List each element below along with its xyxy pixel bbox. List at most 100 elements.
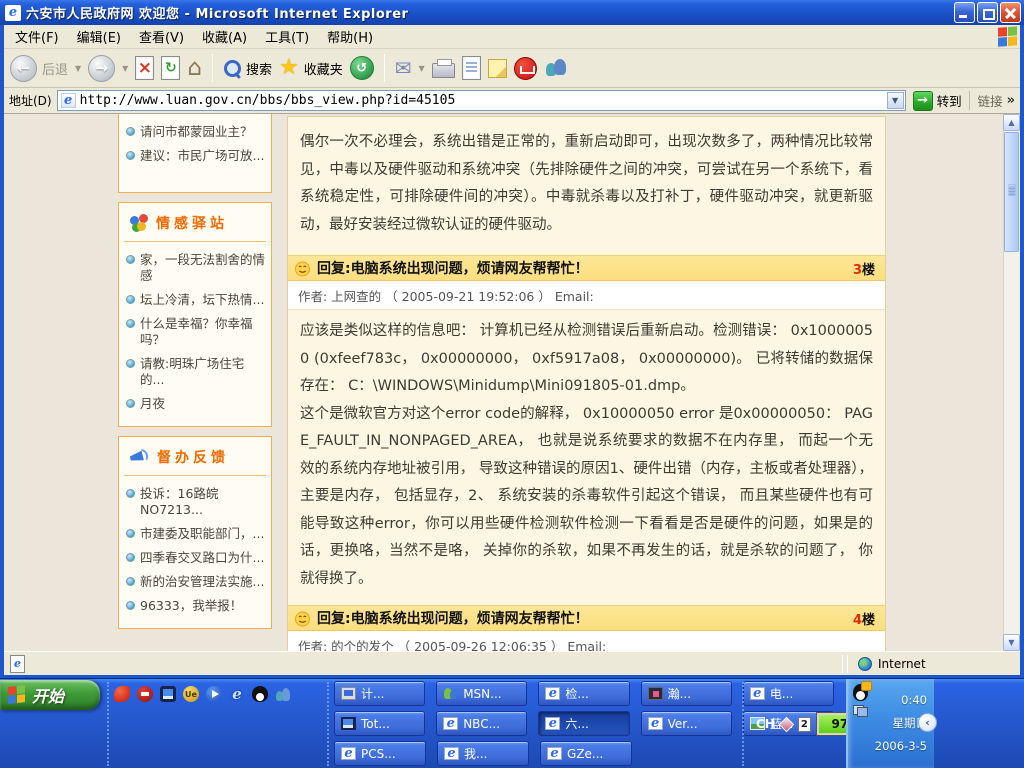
start-label[interactable]: 开始 [32, 683, 64, 707]
download-manager-icon[interactable] [137, 686, 153, 702]
sidebar-link-label[interactable]: 市建委及职能部门，... [140, 526, 264, 542]
menu-tools[interactable]: 工具(T) [256, 24, 318, 49]
sidebar-link[interactable]: 请问市都蒙园业主？ [124, 120, 266, 144]
refresh-button-icon[interactable] [161, 56, 180, 80]
desktop-screen: e 六安市人民政府网 欢迎您 - Microsoft Internet Expl… [0, 0, 1024, 768]
tray-app-icon[interactable]: 2 [798, 717, 811, 732]
sidebar-link[interactable]: 月夜 [124, 392, 266, 416]
sidebar-link[interactable]: 投诉：16路皖NO7213... [124, 482, 266, 522]
favorites-label[interactable]: 收藏夹 [304, 59, 343, 78]
media-player-icon[interactable] [206, 686, 222, 702]
forward-dropdown-icon[interactable]: ▼ [122, 64, 128, 73]
forward-button-icon[interactable] [88, 55, 115, 82]
restore-button[interactable] [977, 2, 998, 23]
sidebar-link-label[interactable]: 坛上冷清，坛下热情... [140, 292, 264, 308]
mail-dropdown-icon[interactable]: ▼ [418, 64, 424, 73]
reply-header-4: 回复:电脑系统出现问题，烦请网友帮帮忙！ 4楼 [288, 605, 885, 631]
task-button[interactable]: GZe... [540, 741, 632, 766]
download-tool-icon[interactable] [514, 57, 537, 80]
address-url[interactable]: http://www.luan.gov.cn/bbs/bbs_view.php?… [80, 93, 456, 108]
file-manager-icon[interactable] [160, 686, 176, 702]
sidebar-link-label[interactable]: 月夜 [140, 396, 165, 412]
search-button-icon[interactable] [223, 59, 241, 77]
stop-button-icon[interactable] [135, 56, 154, 80]
sidebar-link-label[interactable]: 96333，我举报！ [140, 598, 242, 614]
sidebar-link-label[interactable]: 四季春交叉路口为什... [140, 550, 264, 566]
scrollbar-thumb[interactable] [1004, 132, 1019, 252]
minimize-button[interactable] [954, 2, 975, 23]
back-button-icon[interactable] [10, 55, 37, 82]
links-chevron[interactable]: » [1007, 93, 1015, 108]
sidebar-link[interactable]: 家，一段无法割舍的情感 [124, 248, 266, 288]
ime-icon[interactable] [779, 716, 795, 732]
internet-explorer-icon[interactable] [229, 686, 245, 702]
edit-button-icon[interactable] [462, 56, 481, 80]
menu-view[interactable]: 查看(V) [130, 24, 193, 49]
sidebar-link-label[interactable]: 什么是幸福？你幸福吗？ [140, 316, 266, 348]
messenger-button-icon[interactable] [544, 57, 568, 79]
go-button[interactable]: 转到 [913, 91, 962, 111]
task-button[interactable]: 检... [538, 681, 629, 706]
task-button[interactable]: Tot... [334, 711, 425, 736]
sidebar-link[interactable]: 96333，我举报！ [124, 594, 266, 618]
favorites-button-icon[interactable] [279, 57, 299, 79]
sidebar-link-label[interactable]: 家，一段无法割舍的情感 [140, 252, 266, 284]
task-button[interactable]: 瀚... [641, 681, 732, 706]
menu-file[interactable]: 文件(F) [6, 24, 68, 49]
search-label[interactable]: 搜索 [246, 59, 272, 78]
back-label[interactable]: 后退 [42, 59, 68, 78]
close-button[interactable] [1000, 2, 1021, 23]
qq-icon[interactable] [252, 686, 268, 702]
task-button[interactable]: NBC... [436, 711, 527, 736]
menu-help[interactable]: 帮助(H) [318, 24, 382, 49]
history-button-icon[interactable] [350, 56, 374, 80]
sidebar-link[interactable]: 新的治安管理法实施... [124, 570, 266, 594]
notes-button-icon[interactable] [488, 59, 507, 78]
bullet-icon [126, 399, 135, 408]
back-dropdown-icon[interactable]: ▼ [75, 64, 81, 73]
bullet-icon [126, 359, 135, 368]
print-button-icon[interactable] [432, 63, 455, 78]
sidebar-link[interactable]: 坛上冷清，坛下热情... [124, 288, 266, 312]
network-icon[interactable] [853, 705, 868, 717]
scroll-up-icon[interactable] [1003, 114, 1020, 131]
task-button[interactable]: Ver... [641, 711, 732, 736]
sidebar-link-label[interactable]: 请教:明珠广场住宅的... [140, 356, 266, 388]
task-button-active[interactable]: 六... [538, 711, 629, 736]
start-button[interactable]: 开始 [0, 680, 100, 710]
floor-suffix: 楼 [862, 263, 875, 278]
flashget-icon[interactable] [114, 686, 130, 702]
sidebar-link[interactable]: 请教:明珠广场住宅的... [124, 352, 266, 392]
ultraedit-icon[interactable] [183, 686, 199, 702]
sidebar-link-label[interactable]: 投诉：16路皖NO7213... [140, 486, 266, 518]
messenger-icon[interactable] [275, 686, 291, 702]
sidebar-link[interactable]: 建议：市民广场可放... [124, 144, 266, 168]
sidebar-link-label[interactable]: 请问市都蒙园业主？ [140, 124, 253, 140]
task-button[interactable]: 我... [437, 741, 529, 766]
task-button[interactable]: PCS... [334, 741, 426, 766]
go-label[interactable]: 转到 [937, 91, 962, 110]
sidebar-link[interactable]: 什么是幸福？你幸福吗？ [124, 312, 266, 352]
links-label[interactable]: 链接 [978, 91, 1003, 110]
scroll-down-icon[interactable] [1003, 634, 1020, 651]
task-button[interactable]: MSN... [436, 681, 527, 706]
tray-collapse-icon[interactable] [918, 713, 937, 732]
qq-lock-icon[interactable] [853, 684, 868, 701]
menu-favorites[interactable]: 收藏(A) [193, 24, 256, 49]
sidebar-link[interactable]: 市建委及职能部门，... [124, 522, 266, 546]
sidebar-link-label[interactable]: 建议：市民广场可放... [140, 148, 264, 164]
mail-button-icon[interactable] [395, 58, 412, 78]
language-indicator[interactable]: CH [756, 717, 775, 731]
task-label: Ver... [668, 717, 698, 731]
sidebar-link[interactable]: 四季春交叉路口为什... [124, 546, 266, 570]
links-section[interactable]: 链接 » [969, 91, 1015, 110]
vertical-scrollbar[interactable] [1003, 114, 1020, 651]
address-dropdown-icon[interactable]: ▼ [887, 92, 904, 109]
go-arrow-icon[interactable] [913, 91, 933, 111]
sidebar-link-label[interactable]: 新的治安管理法实施... [140, 574, 264, 590]
menu-edit[interactable]: 编辑(E) [68, 24, 130, 49]
task-button[interactable]: 计... [334, 681, 425, 706]
home-button-icon[interactable] [187, 57, 202, 80]
browser-viewport: 请问市都蒙园业主？ 建议：市民广场可放... 情感驿站 家，一段无法割舍的情感 [4, 114, 1020, 651]
address-input[interactable]: e http://www.luan.gov.cn/bbs/bbs_view.ph… [57, 90, 906, 111]
